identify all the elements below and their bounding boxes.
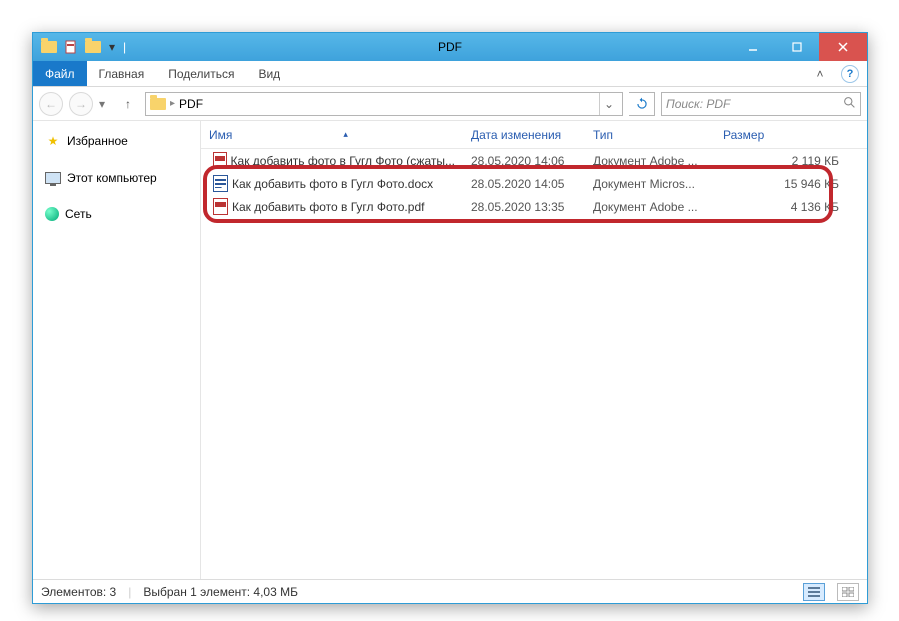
ribbon: Файл Главная Поделиться Вид ˄ ?	[33, 61, 867, 87]
file-name: Как добавить фото в Гугл Фото.pdf	[232, 200, 424, 214]
explorer-window: ▾ | PDF Файл Главная Поделиться Вид ˄ ? …	[32, 32, 868, 604]
sidebar-favorites-label: Избранное	[67, 134, 128, 148]
file-type: Документ Micros...	[585, 177, 715, 191]
nav-history-dropdown[interactable]: ▾	[99, 97, 111, 111]
file-name: Как добавить фото в Гугл Фото (сжаты...	[231, 154, 455, 168]
navigation-pane[interactable]: ★ Избранное Этот компьютер Сеть	[33, 121, 201, 579]
breadcrumb-current[interactable]: PDF	[179, 97, 203, 111]
col-date[interactable]: Дата изменения	[463, 128, 585, 142]
table-row[interactable]: Как добавить фото в Гугл Фото (сжаты... …	[201, 149, 867, 172]
file-type: Документ Adobe ...	[585, 154, 715, 168]
ribbon-tab-view[interactable]: Вид	[246, 61, 292, 86]
status-bar: Элементов: 3 | Выбран 1 элемент: 4,03 МБ	[33, 579, 867, 603]
view-large-icons-button[interactable]	[837, 583, 859, 601]
table-row[interactable]: Как добавить фото в Гугл Фото.docx 28.05…	[201, 172, 867, 195]
sort-asc-icon: ▴	[343, 129, 348, 140]
refresh-button[interactable]	[629, 92, 655, 116]
qat-properties-icon[interactable]	[63, 39, 79, 55]
folder-icon	[150, 98, 166, 110]
search-placeholder: Поиск: PDF	[666, 97, 730, 111]
body: ★ Избранное Этот компьютер Сеть Имя ▴ Да…	[33, 121, 867, 579]
nav-back-button[interactable]: ←	[39, 92, 63, 116]
pdf-file-icon	[213, 152, 227, 169]
folder-icon	[41, 41, 57, 53]
quick-access-toolbar: ▾ |	[33, 39, 126, 55]
ribbon-collapse-icon[interactable]: ˄	[807, 61, 833, 86]
address-bar-row: ← → ▾ ↑ ▸ PDF ⌄ Поиск: PDF	[33, 87, 867, 121]
file-date: 28.05.2020 14:06	[463, 154, 585, 168]
file-name: Как добавить фото в Гугл Фото.docx	[232, 177, 433, 191]
file-size: 4 136 КБ	[715, 200, 867, 214]
view-details-button[interactable]	[803, 583, 825, 601]
file-size: 15 946 КБ	[715, 177, 867, 191]
window-controls	[731, 33, 867, 61]
breadcrumb[interactable]: ▸ PDF ⌄	[145, 92, 623, 116]
network-icon	[45, 207, 59, 221]
col-date-label: Дата изменения	[471, 128, 561, 142]
close-button[interactable]	[819, 33, 867, 61]
rows: Как добавить фото в Гугл Фото (сжаты... …	[201, 149, 867, 218]
star-icon: ★	[45, 133, 61, 149]
minimize-button[interactable]	[731, 33, 775, 61]
ribbon-tab-home[interactable]: Главная	[87, 61, 157, 86]
file-date: 28.05.2020 14:05	[463, 177, 585, 191]
search-input[interactable]: Поиск: PDF	[661, 92, 861, 116]
sidebar-this-pc-label: Этот компьютер	[67, 171, 157, 185]
col-name-label: Имя	[209, 128, 232, 142]
sidebar-network-label: Сеть	[65, 207, 92, 221]
chevron-right-icon[interactable]: ▸	[170, 98, 175, 109]
col-size-label: Размер	[723, 128, 764, 142]
file-list[interactable]: Имя ▴ Дата изменения Тип Размер Как доба…	[201, 121, 867, 579]
table-row[interactable]: Как добавить фото в Гугл Фото.pdf 28.05.…	[201, 195, 867, 218]
qat-newfolder-icon[interactable]	[85, 41, 101, 53]
status-count: Элементов: 3	[41, 585, 116, 599]
qat-dropdown-icon[interactable]: ▾	[107, 42, 117, 52]
title-bar[interactable]: ▾ | PDF	[33, 33, 867, 61]
file-type: Документ Adobe ...	[585, 200, 715, 214]
file-size: 2 119 КБ	[715, 154, 867, 168]
ribbon-file-tab[interactable]: Файл	[33, 61, 87, 86]
nav-up-button[interactable]: ↑	[117, 93, 139, 115]
ribbon-tab-share[interactable]: Поделиться	[156, 61, 246, 86]
maximize-button[interactable]	[775, 33, 819, 61]
computer-icon	[45, 172, 61, 184]
help-icon[interactable]: ?	[841, 65, 859, 83]
sidebar-favorites[interactable]: ★ Избранное	[37, 129, 196, 153]
column-headers: Имя ▴ Дата изменения Тип Размер	[201, 121, 867, 149]
nav-forward-button[interactable]: →	[69, 92, 93, 116]
pdf-file-icon	[213, 198, 228, 215]
sidebar-this-pc[interactable]: Этот компьютер	[37, 167, 196, 189]
breadcrumb-dropdown-icon[interactable]: ⌄	[599, 93, 618, 115]
file-date: 28.05.2020 13:35	[463, 200, 585, 214]
sidebar-network[interactable]: Сеть	[37, 203, 196, 225]
col-type-label: Тип	[593, 128, 613, 142]
col-type[interactable]: Тип	[585, 128, 715, 142]
status-selection: Выбран 1 элемент: 4,03 МБ	[143, 585, 298, 599]
col-name[interactable]: Имя ▴	[201, 128, 463, 142]
col-size[interactable]: Размер	[715, 128, 867, 142]
word-file-icon	[213, 175, 228, 192]
search-icon	[843, 96, 856, 112]
